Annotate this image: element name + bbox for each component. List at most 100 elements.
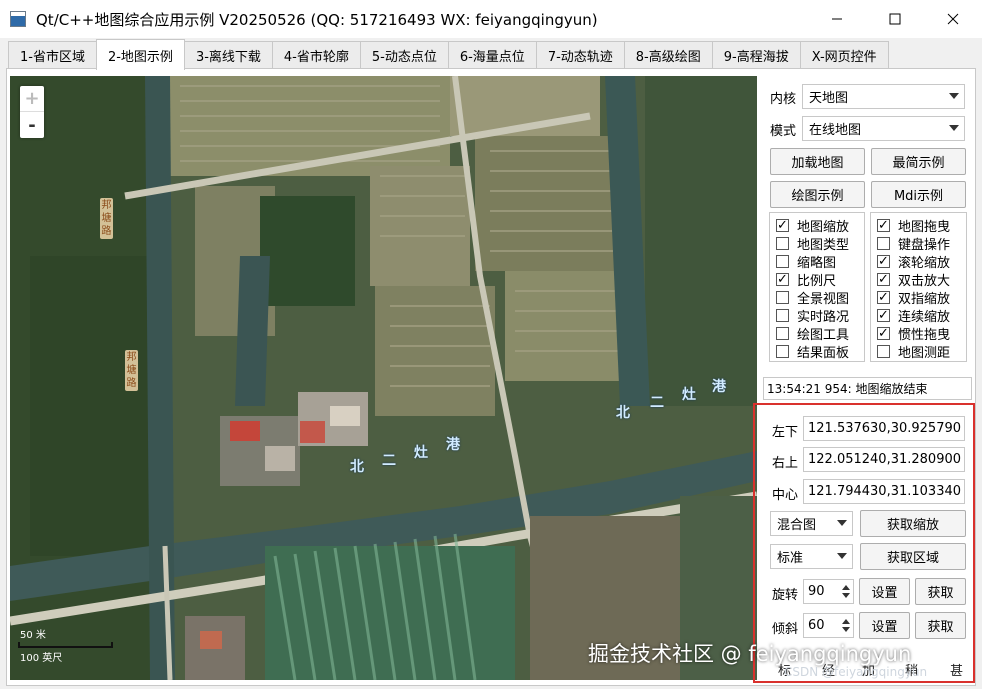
tab-province-outline[interactable]: 4-省市轮廓: [271, 41, 361, 69]
set-tilt-button[interactable]: 设置: [859, 612, 910, 639]
checkbox-right-5[interactable]: ✓ 连续缩放: [877, 306, 950, 325]
checkbox-left-3[interactable]: ✓ 比例尺: [776, 270, 836, 289]
checkbox-left-1[interactable]: 地图类型: [776, 234, 849, 253]
checkbox-right-6[interactable]: ✓ 惯性拖曳: [877, 324, 950, 343]
load-map-button[interactable]: 加载地图: [770, 148, 865, 175]
get-region-button[interactable]: 获取区域: [860, 543, 966, 570]
spin-up-icon[interactable]: [842, 619, 850, 624]
spin-up-icon[interactable]: [842, 585, 850, 590]
get-rotate-button[interactable]: 获取: [915, 578, 966, 605]
checkbox-left-2[interactable]: 缩略图: [776, 252, 836, 271]
watermark: 掘金技术社区 @ feiyangqingyun: [588, 642, 912, 666]
checkbox-left-5[interactable]: 实时路况: [776, 306, 849, 325]
checkmark-icon[interactable]: ✓: [776, 273, 789, 286]
rotate-label: 旋转: [772, 588, 799, 603]
checkbox-right-1[interactable]: 键盘操作: [877, 234, 950, 253]
checkbox-label: 全景视图: [797, 292, 850, 307]
tab-offline-download[interactable]: 3-离线下载: [183, 41, 273, 69]
checkbox-icon[interactable]: [776, 327, 789, 340]
simple-demo-button[interactable]: 最简示例: [871, 148, 966, 175]
zoom-out-button[interactable]: -: [20, 112, 44, 138]
checkmark-icon[interactable]: ✓: [776, 219, 789, 232]
tab-dynamic-track[interactable]: 7-动态轨迹: [535, 41, 625, 69]
checkbox-icon[interactable]: [877, 345, 890, 358]
checkbox-right-4[interactable]: ✓ 双指缩放: [877, 288, 950, 307]
checkmark-icon[interactable]: ✓: [877, 291, 890, 304]
checkbox-label: 地图测距: [898, 346, 951, 361]
checkmark-icon[interactable]: ✓: [877, 219, 890, 232]
tab-web-widget[interactable]: X-网页控件: [799, 41, 889, 69]
checkbox-icon[interactable]: [776, 345, 789, 358]
zoom-in-button[interactable]: +: [20, 86, 44, 112]
spin-down-icon[interactable]: [842, 627, 850, 632]
checkbox-right-0[interactable]: ✓ 地图拖曳: [877, 216, 950, 235]
tilt-spinbox[interactable]: 60: [803, 613, 854, 638]
style-value: 标准: [777, 551, 804, 566]
maximize-icon: [889, 13, 901, 25]
checkbox-icon[interactable]: [877, 237, 890, 250]
chevron-down-icon: [837, 520, 847, 526]
scale-bar: 50 米 100 英尺: [16, 626, 113, 664]
maximize-button[interactable]: [866, 0, 924, 38]
window-controls: [808, 0, 982, 38]
checkbox-label: 实时路况: [797, 310, 850, 325]
checkbox-icon[interactable]: [776, 237, 789, 250]
style-combo[interactable]: 标准: [770, 544, 853, 569]
get-tilt-button[interactable]: 获取: [915, 612, 966, 639]
checkbox-right-7[interactable]: 地图测距: [877, 342, 950, 361]
checkbox-left-6[interactable]: 绘图工具: [776, 324, 849, 343]
checkbox-label: 键盘操作: [898, 238, 951, 253]
checkbox-icon[interactable]: [776, 309, 789, 322]
checkmark-icon[interactable]: ✓: [877, 255, 890, 268]
checkbox-icon[interactable]: [776, 291, 789, 304]
rotate-spinbox[interactable]: 90: [803, 579, 854, 604]
spin-down-icon[interactable]: [842, 593, 850, 598]
mdi-demo-button[interactable]: Mdi示例: [871, 181, 966, 208]
mode-label: 模式: [770, 124, 797, 139]
checkbox-left-7[interactable]: 结果面板: [776, 342, 849, 361]
minimize-button[interactable]: [808, 0, 866, 38]
scale-line: [18, 642, 113, 648]
close-button[interactable]: [924, 0, 982, 38]
kernel-label: 内核: [770, 92, 797, 107]
tab-massive-points[interactable]: 6-海量点位: [447, 41, 537, 69]
kernel-combo[interactable]: 天地图: [802, 84, 965, 109]
tab-province-region[interactable]: 1-省市区域: [8, 41, 97, 69]
checkbox-icon[interactable]: [776, 255, 789, 268]
tab-advanced-draw[interactable]: 8-高级绘图: [623, 41, 713, 69]
checkbox-label: 地图拖曳: [898, 220, 951, 235]
satellite-imagery: [10, 76, 757, 680]
checkbox-left-0[interactable]: ✓ 地图缩放: [776, 216, 849, 235]
chevron-down-icon: [837, 553, 847, 559]
map-view[interactable]: + - 北 二 灶 港 北 二 灶 港 邦塘路 邦塘路 50 米 100 英尺: [10, 76, 757, 680]
checkbox-label: 绘图工具: [797, 328, 850, 343]
center-field[interactable]: 121.794430,31.103340: [803, 479, 965, 504]
minimize-icon: [832, 18, 842, 20]
tab-map-demo[interactable]: 2-地图示例: [95, 39, 185, 70]
tab-dynamic-points[interactable]: 5-动态点位: [359, 41, 449, 69]
checkbox-label: 连续缩放: [898, 310, 951, 325]
tab-elevation[interactable]: 9-高程海拔: [711, 41, 801, 69]
bottom-left-label: 左下: [772, 425, 799, 440]
checkmark-icon[interactable]: ✓: [877, 309, 890, 322]
chevron-down-icon: [949, 93, 959, 99]
checkmark-icon[interactable]: ✓: [877, 327, 890, 340]
top-right-field[interactable]: 122.051240,31.280900: [803, 447, 965, 472]
kernel-value: 天地图: [809, 91, 849, 106]
checkbox-left-4[interactable]: 全景视图: [776, 288, 849, 307]
bottom-left-field[interactable]: 121.537630,30.925790: [803, 416, 965, 441]
get-zoom-button[interactable]: 获取缩放: [860, 510, 966, 537]
set-rotate-button[interactable]: 设置: [859, 578, 910, 605]
checkmark-icon[interactable]: ✓: [877, 273, 890, 286]
map-type-combo[interactable]: 混合图: [770, 511, 853, 536]
road-label-vertical: 邦塘路: [100, 198, 113, 239]
canal-label-char: 北: [350, 459, 364, 475]
road-label-vertical: 邦塘路: [125, 350, 138, 391]
mode-value: 在线地图: [809, 123, 862, 138]
mode-combo[interactable]: 在线地图: [802, 116, 965, 141]
app-icon: [10, 11, 26, 27]
checkbox-right-3[interactable]: ✓ 双击放大: [877, 270, 950, 289]
checkbox-label: 缩略图: [797, 256, 837, 271]
checkbox-right-2[interactable]: ✓ 滚轮缩放: [877, 252, 950, 271]
draw-demo-button[interactable]: 绘图示例: [770, 181, 865, 208]
